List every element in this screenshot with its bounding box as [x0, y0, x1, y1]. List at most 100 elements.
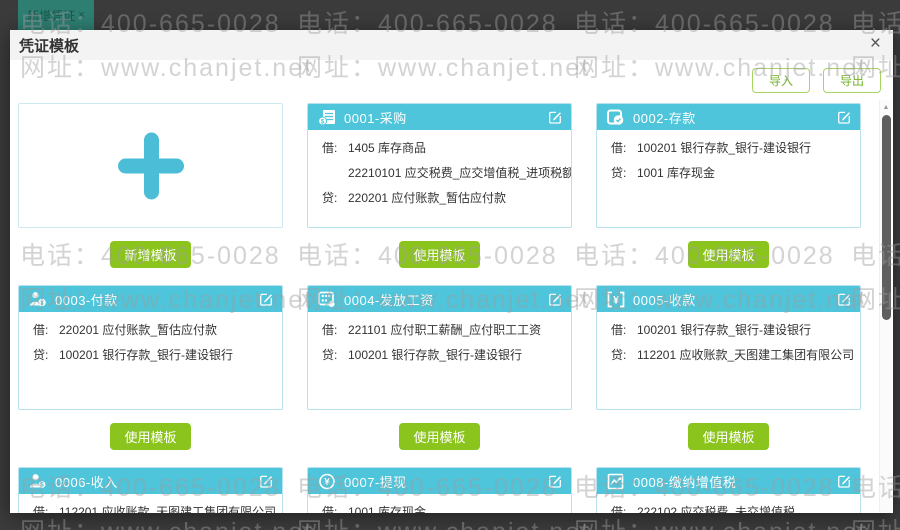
- entry-side-label: 借:: [611, 505, 627, 513]
- entry-side-label: 贷:: [611, 348, 627, 362]
- entry-account-text: 100201 银行存款_银行-建设银行: [637, 323, 812, 337]
- template-card-title: 0006-收入: [55, 474, 118, 490]
- import-button[interactable]: 导入: [752, 67, 810, 93]
- invoice-icon: $: [317, 109, 336, 126]
- entry-side-label: [322, 166, 348, 180]
- entry-side-label: 借:: [322, 323, 338, 337]
- svg-text:¥: ¥: [324, 477, 330, 488]
- template-card: ¥ 0003-付款 借: 220201 应付账款_暂估应付款 贷: 100201 银行…: [18, 285, 283, 410]
- svg-text:$: $: [320, 118, 324, 125]
- entry-side-label: 借:: [611, 323, 627, 337]
- edit-template-icon[interactable]: [548, 110, 562, 124]
- template-card-cell: $ 0006-收入 借:112201 应收账款_天图建工集团有限公司 使用模板: [18, 467, 283, 513]
- template-card-title: 0008-缴纳增值税: [633, 474, 737, 490]
- template-card: $ 0006-收入 借: 112201 应收账款_天图建工集团有限公司: [18, 467, 283, 513]
- template-card-title: 0004-发放工资: [344, 292, 434, 308]
- template-entries: 借: 100201 银行存款_银行-建设银行 贷: 1001 库存现金: [597, 130, 860, 180]
- entry-side-label: 借:: [322, 505, 338, 513]
- template-card: ¥ 0005-收款 借: 100201 银行存款_银行-建设银行 贷: 112201 …: [596, 285, 861, 410]
- template-card: 0002-存款 借: 100201 银行存款_银行-建设银行 贷: 1001 库存现金: [596, 103, 861, 228]
- entry-side-label: 贷:: [33, 348, 49, 362]
- deposit-icon: [606, 109, 625, 126]
- template-card: $ 0001-采购 借: 1405 库存商品 22210101 应交税费_应交增值税…: [307, 103, 572, 228]
- scroll-up-icon[interactable]: ▲: [880, 100, 892, 111]
- entry-side-label: 贷:: [322, 191, 338, 205]
- modal-header: 凭证模板 ×: [10, 30, 893, 60]
- add-template-button[interactable]: 新增模板: [110, 241, 191, 268]
- add-template-cell: 新增模板: [18, 103, 283, 268]
- template-card-cell: ¥ 0005-收款 借: 100201 银行存款_银行-建设银行 贷: 112201 …: [596, 285, 861, 450]
- use-template-button[interactable]: 使用模板: [110, 423, 191, 450]
- edit-template-icon[interactable]: [837, 292, 851, 306]
- template-card-cell: ¥ 0003-付款 借: 220201 应付账款_暂估应付款 贷: 100201 银行…: [18, 285, 283, 450]
- entry-side-label: 贷:: [611, 166, 627, 180]
- modal-toolbar: 导入 导出: [10, 60, 893, 100]
- entry-side-label: 借:: [33, 505, 49, 513]
- svg-text:¥: ¥: [40, 299, 44, 306]
- template-entries: 借: 221101 应付职工薪酬_应付职工工资 贷: 100201 银行存款_银行-建…: [308, 312, 571, 362]
- template-scroll-area: 新增模板 $ 0001-采购 借: 1405 库存商品 22210101 应交税费_…: [10, 100, 878, 513]
- edit-template-icon[interactable]: [548, 474, 562, 488]
- template-card-cell: 0002-存款 借: 100201 银行存款_银行-建设银行 贷: 1001 库存现金…: [596, 103, 861, 268]
- plus-icon: [117, 132, 184, 199]
- edit-template-icon[interactable]: [259, 474, 273, 488]
- entry-account-text: 112201 应收账款_天图建工集团有限公司: [59, 505, 277, 513]
- entry-account-text: 1405 库存商品: [348, 141, 427, 155]
- scrollbar-thumb[interactable]: [882, 115, 891, 320]
- close-icon[interactable]: ×: [870, 33, 881, 55]
- entry-account-text: 100201 银行存款_银行-建设银行: [637, 141, 812, 155]
- entry-side-label: 贷:: [322, 348, 338, 362]
- entry-account-text: 221101 应付职工薪酬_应付职工工资: [348, 323, 542, 337]
- entry-account-text: 112201 应收账款_天图建工集团有限公司: [637, 348, 855, 362]
- use-template-button[interactable]: 使用模板: [688, 241, 769, 268]
- template-card-cell: $ 0001-采购 借: 1405 库存商品 22210101 应交税费_应交增值税…: [307, 103, 572, 268]
- income-icon: $: [28, 473, 47, 490]
- entry-account-text: 1001 库存现金: [348, 505, 427, 513]
- receipt-icon: ¥: [606, 291, 625, 308]
- app-stage: 新增凭证 × 凭证模板 × 导入 导出 新增模板 $ 0001-采购 借: 14…: [0, 0, 900, 530]
- entry-account-text: 22210101 应交税费_应交增值税_进项税额: [348, 166, 572, 180]
- background-tab-new-voucher[interactable]: 新增凭证 ×: [18, 0, 94, 30]
- template-card-cell: 0008-缴纳增值税 借:222102 应交税费_未交增值税 使用模板: [596, 467, 861, 513]
- use-template-button[interactable]: 使用模板: [399, 241, 480, 268]
- withdraw-icon: ¥: [317, 473, 336, 490]
- template-entries: 借: 112201 应收账款_天图建工集团有限公司: [19, 494, 282, 513]
- template-card-cell: ¥ 0007-提现 借:1001 库存现金 使用模板: [307, 467, 572, 513]
- template-card-title: 0003-付款: [55, 292, 118, 308]
- template-grid: 新增模板 $ 0001-采购 借: 1405 库存商品 22210101 应交税费_…: [10, 100, 878, 513]
- template-card-title: 0007-提现: [344, 474, 407, 490]
- edit-template-icon[interactable]: [259, 292, 273, 306]
- edit-template-icon[interactable]: [837, 474, 851, 488]
- edit-template-icon[interactable]: [548, 292, 562, 306]
- entry-account-text: 100201 银行存款_银行-建设银行: [59, 348, 234, 362]
- use-template-button[interactable]: 使用模板: [688, 423, 769, 450]
- template-card-cell: 0004-发放工资 借: 221101 应付职工薪酬_应付职工工资 贷: 100201…: [307, 285, 572, 450]
- template-entries: 借: 220201 应付账款_暂估应付款 贷: 100201 银行存款_银行-建设银行: [19, 312, 282, 362]
- voucher-template-modal: 凭证模板 × 导入 导出 新增模板 $ 0001-采购 借: 1405 库存商品…: [10, 30, 893, 513]
- entry-account-text: 220201 应付账款_暂估应付款: [59, 323, 218, 337]
- add-template-card[interactable]: [18, 103, 283, 228]
- entry-account-text: 220201 应付账款_暂估应付款: [348, 191, 507, 205]
- template-entries: 借: 1405 库存商品 22210101 应交税费_应交增值税_进项税额 贷: 220…: [308, 130, 571, 205]
- edit-template-icon[interactable]: [837, 110, 851, 124]
- export-button[interactable]: 导出: [823, 67, 881, 93]
- template-entries: 借: 1001 库存现金: [308, 494, 571, 513]
- entry-account-text: 222102 应交税费_未交增值税: [637, 505, 796, 513]
- entry-account-text: 100201 银行存款_银行-建设银行: [348, 348, 523, 362]
- scrollbar[interactable]: ▲: [879, 100, 892, 512]
- template-entries: 借: 222102 应交税费_未交增值税: [597, 494, 860, 513]
- tab-close-icon[interactable]: ×: [78, 9, 84, 21]
- template-entries: 借: 100201 银行存款_银行-建设银行 贷: 112201 应收账款_天图建工集…: [597, 312, 860, 362]
- entry-side-label: 借:: [322, 141, 338, 155]
- template-card: 0004-发放工资 借: 221101 应付职工薪酬_应付职工工资 贷: 100201…: [307, 285, 572, 410]
- background-tab-label: 新增凭证: [27, 8, 76, 23]
- svg-text:¥: ¥: [612, 294, 619, 306]
- template-card: ¥ 0007-提现 借: 1001 库存现金: [307, 467, 572, 513]
- template-card-title: 0002-存款: [633, 110, 696, 126]
- template-card-title: 0005-收款: [633, 292, 696, 308]
- use-template-button[interactable]: 使用模板: [399, 423, 480, 450]
- entry-account-text: 1001 库存现金: [637, 166, 716, 180]
- template-card: 0008-缴纳增值税 借: 222102 应交税费_未交增值税: [596, 467, 861, 513]
- salary-icon: [317, 291, 336, 308]
- template-card-title: 0001-采购: [344, 110, 407, 126]
